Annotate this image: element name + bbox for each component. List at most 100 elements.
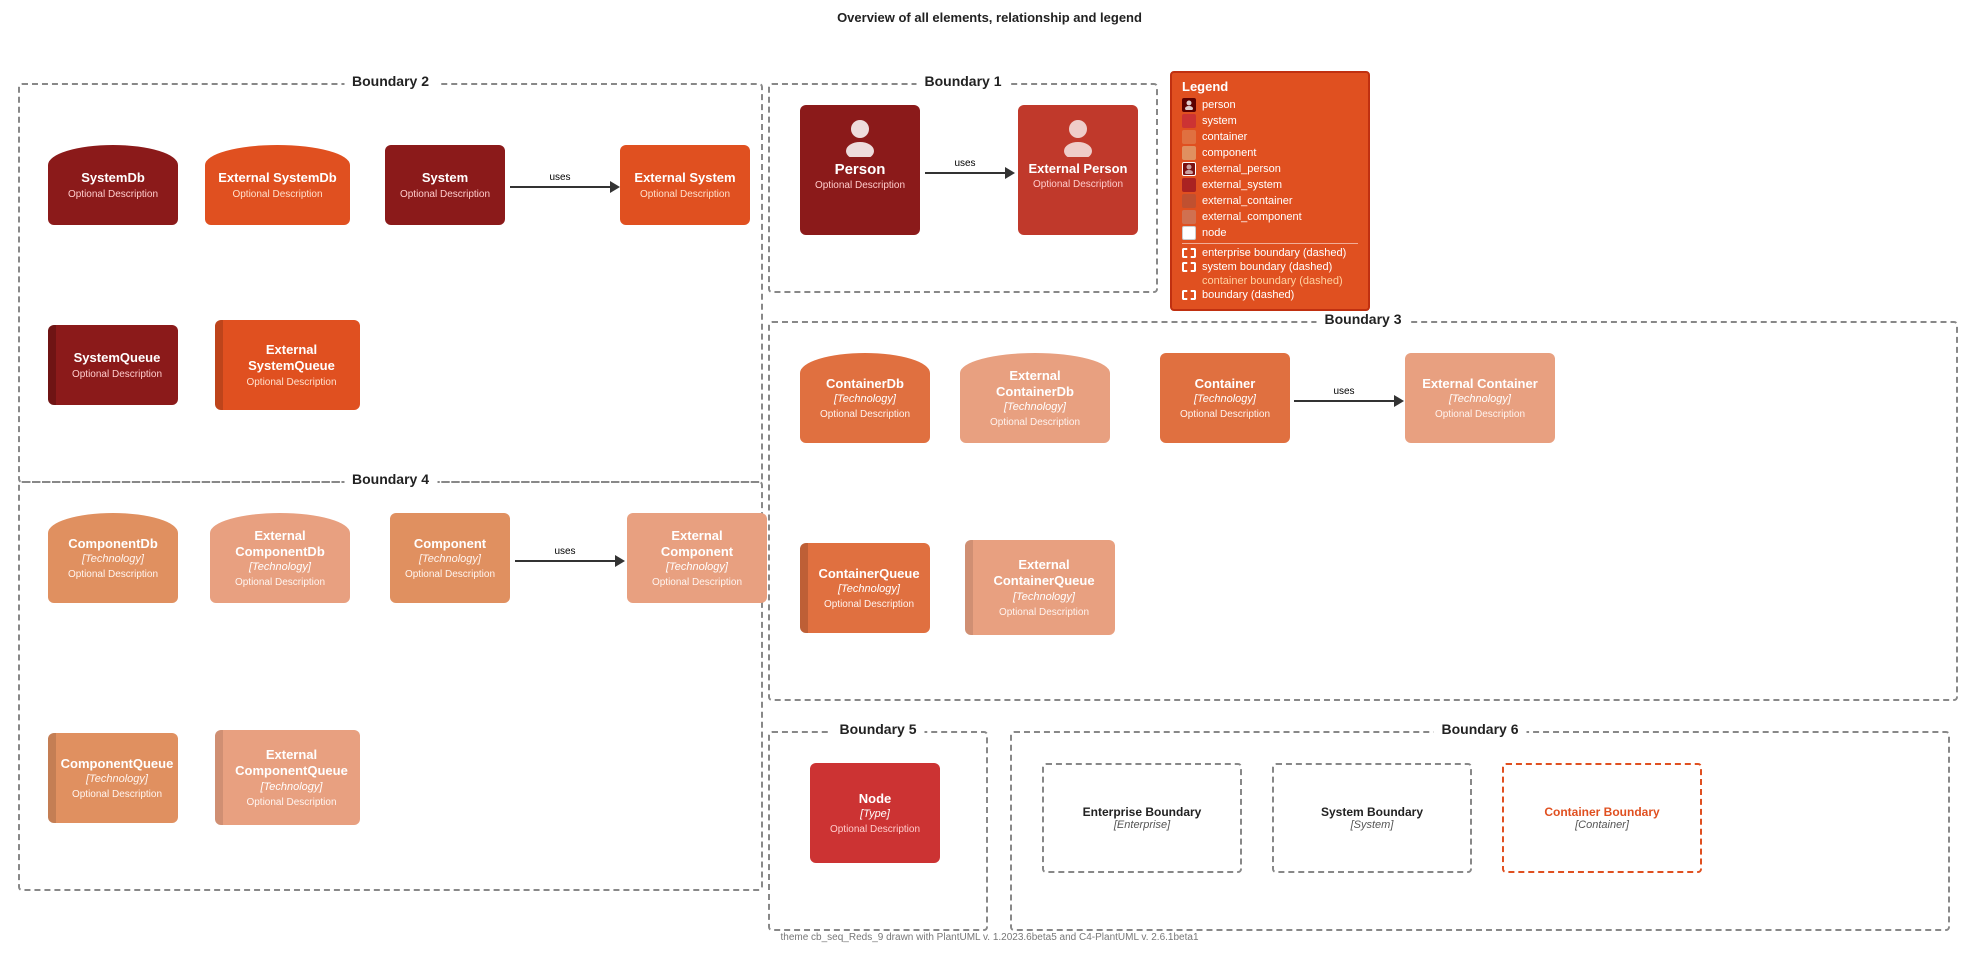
arrow-person-ext: uses [925, 167, 1015, 179]
ext-system-title: External System [634, 170, 735, 186]
boundary-2: Boundary 2 SystemDb Optional Description… [18, 83, 763, 483]
legend-label-container: container [1202, 131, 1247, 143]
component-db-desc: Optional Description [68, 569, 158, 580]
ext-person-box: External Person Optional Description [1018, 105, 1138, 235]
legend-swatch-ext-container [1182, 194, 1196, 208]
legend-boundary-label-container: container boundary (dashed) [1202, 275, 1343, 287]
component-db-tech: [Technology] [82, 553, 144, 565]
boundary-1: Boundary 1 Person Optional Description u… [768, 83, 1158, 293]
component-queue-desc: Optional Description [72, 789, 162, 800]
legend-box: Legend person system container component… [1170, 71, 1370, 311]
system-queue: SystemQueue Optional Description [48, 325, 178, 405]
legend-item-system: system [1182, 114, 1358, 128]
ext-container-db-desc: Optional Description [990, 417, 1080, 428]
container-boundary-title: Container Boundary [1544, 805, 1659, 819]
ext-component-db-title: External ComponentDb [220, 528, 340, 559]
container-db-tech: [Technology] [834, 393, 896, 405]
component-db: ComponentDb [Technology] Optional Descri… [48, 513, 178, 603]
legend-label-system: system [1202, 115, 1237, 127]
container-boundary-item: Container Boundary [Container] [1502, 763, 1702, 873]
ext-container-tech: [Technology] [1449, 393, 1511, 405]
ext-system-box: External System Optional Description [620, 145, 750, 225]
system-db-title: SystemDb [81, 170, 145, 186]
system-queue-desc: Optional Description [72, 369, 162, 380]
legend-item-ext-system: external_system [1182, 178, 1358, 192]
legend-swatch-ext-person [1182, 162, 1196, 176]
main-area: Boundary 2 SystemDb Optional Description… [0, 31, 1979, 951]
legend-label-ext-container: external_container [1202, 195, 1293, 207]
container-db-desc: Optional Description [820, 409, 910, 420]
container-queue-desc: Optional Description [824, 599, 914, 610]
legend-separator [1182, 243, 1358, 244]
ext-component-queue: External ComponentQueue [Technology] Opt… [215, 730, 360, 825]
boundary-2-title: Boundary 2 [344, 73, 437, 89]
container-tech: [Technology] [1194, 393, 1256, 405]
component-desc: Optional Description [405, 569, 495, 580]
arrowhead-component [615, 555, 625, 567]
boundary-5-title: Boundary 5 [831, 721, 924, 737]
legend-title: Legend [1182, 79, 1358, 94]
legend-boundary-enterprise: enterprise boundary (dashed) [1182, 247, 1358, 259]
node-box: Node [Type] Optional Description [810, 763, 940, 863]
ext-component-box: External Component [Technology] Optional… [627, 513, 767, 603]
legend-swatch-ext-component [1182, 210, 1196, 224]
legend-swatch-node [1182, 226, 1196, 240]
legend-swatch-container [1182, 130, 1196, 144]
legend-boundary-label-generic: boundary (dashed) [1202, 289, 1294, 301]
node-tech: [Type] [860, 808, 890, 820]
boundary-6: Boundary 6 Enterprise Boundary [Enterpri… [1010, 731, 1950, 931]
ext-component-desc: Optional Description [652, 577, 742, 588]
ext-person-icon [1058, 117, 1098, 157]
legend-item-component: component [1182, 146, 1358, 160]
ext-system-db: External SystemDb Optional Description [205, 145, 350, 225]
component-box: Component [Technology] Optional Descript… [390, 513, 510, 603]
ext-system-queue-title: External SystemQueue [233, 342, 350, 373]
system-desc: Optional Description [400, 189, 490, 200]
ext-person-name: External Person [1029, 161, 1128, 177]
legend-label-node: node [1202, 227, 1226, 239]
ext-container-title: External Container [1422, 376, 1538, 392]
ext-container-desc: Optional Description [1435, 409, 1525, 420]
page-title: Overview of all elements, relationship a… [0, 0, 1979, 31]
ext-person-desc: Optional Description [1033, 179, 1123, 190]
arrowhead-container [1394, 395, 1404, 407]
legend-boundary-label-enterprise: enterprise boundary (dashed) [1202, 247, 1346, 259]
ext-container-db: External ContainerDb [Technology] Option… [960, 353, 1110, 443]
ext-system-desc: Optional Description [640, 189, 730, 200]
container-boundary-sub: [Container] [1575, 819, 1629, 831]
container-title: Container [1195, 376, 1256, 392]
legend-swatch-component [1182, 146, 1196, 160]
person-name: Person [835, 161, 886, 178]
legend-boundary-container: container boundary (dashed) [1182, 275, 1358, 287]
component-queue-title: ComponentQueue [61, 756, 174, 772]
container-box: Container [Technology] Optional Descript… [1160, 353, 1290, 443]
system-queue-title: SystemQueue [74, 350, 161, 366]
legend-boundary-swatch-enterprise [1182, 248, 1196, 258]
ext-component-db-tech: [Technology] [249, 561, 311, 573]
container-db: ContainerDb [Technology] Optional Descri… [800, 353, 930, 443]
legend-item-node: node [1182, 226, 1358, 240]
ext-component-queue-tech: [Technology] [261, 781, 323, 793]
legend-boundary-swatch-container [1182, 276, 1196, 286]
enterprise-boundary-title: Enterprise Boundary [1083, 805, 1202, 819]
legend-item-container: container [1182, 130, 1358, 144]
legend-boundary-swatch-system [1182, 262, 1196, 272]
legend-boundary-generic: boundary (dashed) [1182, 289, 1358, 301]
arrow-container-uses-label: uses [1333, 386, 1354, 397]
legend-boundary-label-system: system boundary (dashed) [1202, 261, 1332, 273]
boundary-4: Boundary 4 ComponentDb [Technology] Opti… [18, 481, 763, 891]
legend-label-component: component [1202, 147, 1256, 159]
boundary-4-title: Boundary 4 [344, 471, 437, 487]
ext-container-box: External Container [Technology] Optional… [1405, 353, 1555, 443]
ext-system-queue-desc: Optional Description [246, 377, 336, 388]
legend-boundary-system: system boundary (dashed) [1182, 261, 1358, 273]
person-desc: Optional Description [815, 180, 905, 191]
system-boundary-sub: [System] [1351, 819, 1394, 831]
system-box: System Optional Description [385, 145, 505, 225]
ext-component-queue-desc: Optional Description [246, 797, 336, 808]
legend-item-ext-component: external_component [1182, 210, 1358, 224]
component-tech: [Technology] [419, 553, 481, 565]
legend-label-ext-person: external_person [1202, 163, 1281, 175]
component-title: Component [414, 536, 486, 552]
arrow-component-ext: uses [515, 555, 625, 567]
